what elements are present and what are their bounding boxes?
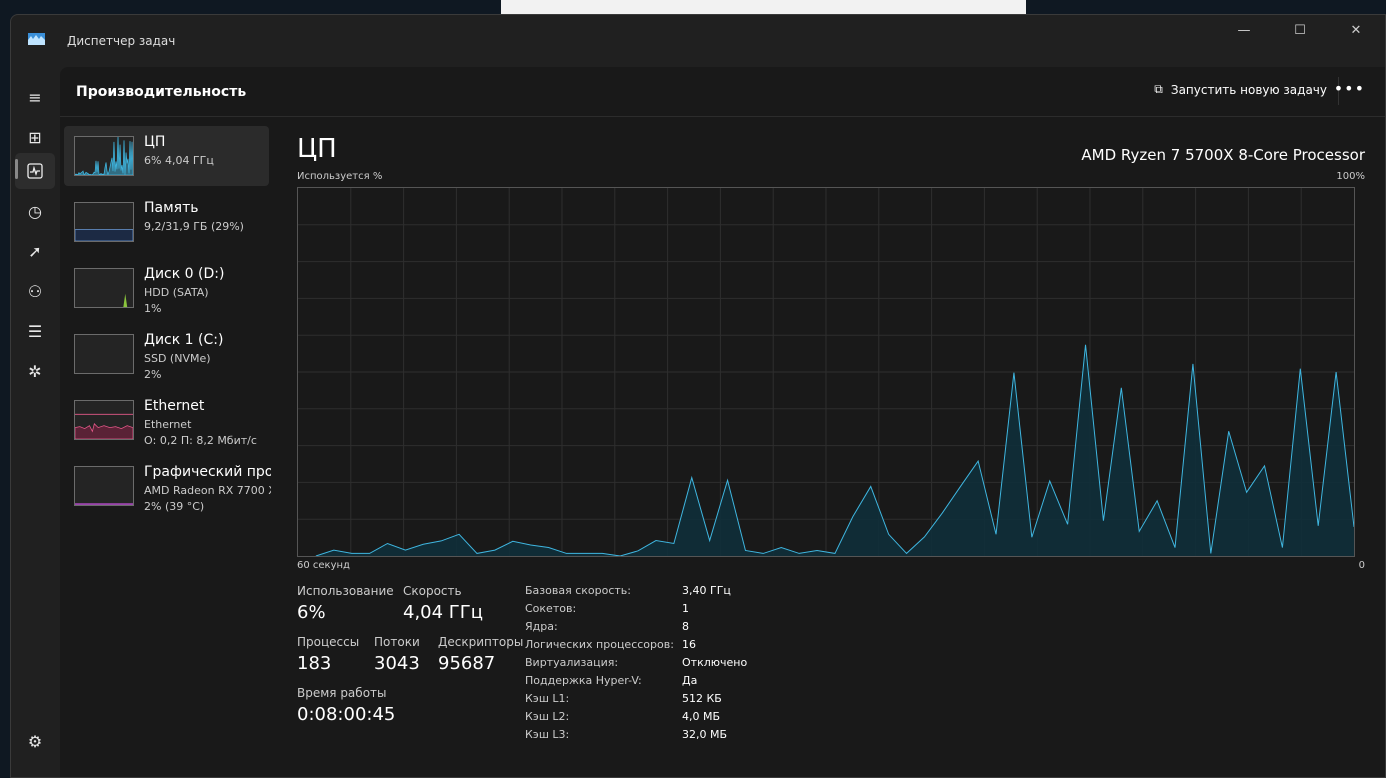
resource-list: ЦП 6% 4,04 ГГц Память 9,2/31,9 ГБ (29%) Диск… <box>64 126 271 522</box>
threads-label: Потоки <box>374 635 420 649</box>
resource-subtitle: Ethernet <box>144 418 192 431</box>
detail-value: Отключено <box>682 656 748 669</box>
detail-key: Кэш L3: <box>525 728 570 741</box>
detail-value: 3,40 ГГц <box>682 584 731 597</box>
resource-value: 1% <box>144 302 162 315</box>
resource-item[interactable]: Диск 0 (D:) HDD (SATA) 1% <box>64 258 269 324</box>
new-task-icon: ⧉ <box>1154 82 1163 96</box>
more-options-button[interactable]: ••• <box>1334 79 1365 98</box>
page-title: Производительность <box>76 84 247 100</box>
resource-name: Диск 0 (D:) <box>144 266 225 282</box>
detail-key: Базовая скорость: <box>525 584 631 597</box>
resource-name: Графический про <box>144 464 271 480</box>
resource-item[interactable]: Ethernet Ethernet О: 0,2 П: 8,2 Мбит/с <box>64 390 269 456</box>
nav-rail: ≡ ⊞ ◷ ➚ ⚇ ☰ ✲ ⚙ <box>11 67 59 777</box>
resource-thumbnail-graph <box>74 202 134 242</box>
settings-gear-icon[interactable]: ⚙ <box>15 723 55 759</box>
detail-key: Логических процессоров: <box>525 638 674 651</box>
window-title: Диспетчер задач <box>67 34 176 48</box>
detail-key: Кэш L1: <box>525 692 570 705</box>
maximize-button[interactable]: ☐ <box>1277 23 1323 43</box>
title-bar[interactable]: Диспетчер задач — ☐ ✕ <box>11 15 1385 67</box>
resource-item[interactable]: Диск 1 (C:) SSD (NVMe) 2% <box>64 324 269 390</box>
resource-name: Память <box>144 200 199 216</box>
x-axis-right-label: 0 <box>1358 560 1365 571</box>
background-window-strip <box>501 0 1026 14</box>
detail-value: Да <box>682 674 698 687</box>
task-manager-window: Диспетчер задач — ☐ ✕ ≡ ⊞ ◷ ➚ ⚇ ☰ ✲ ⚙ Пр… <box>10 14 1386 778</box>
resource-item[interactable]: Графический про AMD Radeon RX 7700 X 2% (3… <box>64 456 271 522</box>
threads-value: 3043 <box>374 653 420 674</box>
services-icon[interactable]: ✲ <box>15 353 55 389</box>
resource-name: ЦП <box>144 134 166 150</box>
detail-value: 512 КБ <box>682 692 722 705</box>
resource-subtitle: AMD Radeon RX 7700 X <box>144 484 271 497</box>
minimize-button[interactable]: — <box>1221 23 1267 43</box>
cpu-usage-area <box>315 344 1354 556</box>
cpu-usage-chart <box>297 187 1355 557</box>
detail-key: Сокетов: <box>525 602 577 615</box>
resource-value: 2% <box>144 368 162 381</box>
run-new-task-button[interactable]: ⧉ Запустить новую задачу <box>1154 82 1327 97</box>
performance-icon[interactable] <box>15 153 55 189</box>
resource-subtitle: 9,2/31,9 ГБ (29%) <box>144 220 244 233</box>
detail-key: Виртуализация: <box>525 656 619 669</box>
handles-value: 95687 <box>438 653 496 674</box>
resource-item[interactable]: Память 9,2/31,9 ГБ (29%) <box>64 192 269 258</box>
startup-apps-icon[interactable]: ➚ <box>15 233 55 269</box>
detail-key: Поддержка Hyper-V: <box>525 674 642 687</box>
close-button[interactable]: ✕ <box>1333 23 1379 43</box>
detail-key: Кэш L2: <box>525 710 570 723</box>
resource-thumbnail-graph <box>74 268 134 308</box>
page-header: Производительность ⧉ Запустить новую зад… <box>60 67 1385 117</box>
processes-label: Процессы <box>297 635 360 649</box>
speed-label: Скорость <box>403 584 462 598</box>
content-panel: Производительность ⧉ Запустить новую зад… <box>60 67 1385 777</box>
resource-subtitle: HDD (SATA) <box>144 286 209 299</box>
detail-value: 16 <box>682 638 696 651</box>
details-icon[interactable]: ☰ <box>15 313 55 349</box>
processes-value: 183 <box>297 653 332 674</box>
handles-label: Дескрипторы <box>438 635 524 649</box>
resource-subtitle: 6% 4,04 ГГц <box>144 154 214 167</box>
speed-value: 4,04 ГГц <box>403 602 484 623</box>
run-new-task-label: Запустить новую задачу <box>1170 82 1327 97</box>
resource-thumbnail-graph <box>74 334 134 374</box>
cpu-title: ЦП <box>297 134 337 164</box>
detail-value: 8 <box>682 620 689 633</box>
resource-name: Диск 1 (C:) <box>144 332 224 348</box>
app-history-icon[interactable]: ◷ <box>15 193 55 229</box>
active-indicator <box>15 159 18 179</box>
hamburger-menu-icon[interactable]: ≡ <box>15 79 55 115</box>
detail-value: 1 <box>682 602 689 615</box>
task-manager-app-icon <box>28 33 45 45</box>
cpu-model: AMD Ryzen 7 5700X 8-Core Processor <box>1081 146 1365 164</box>
resource-thumbnail-graph <box>74 466 134 506</box>
y-axis-label: Используется % <box>297 171 383 182</box>
y-axis-max-label: 100% <box>1336 171 1365 182</box>
resource-name: Ethernet <box>144 398 205 414</box>
resource-item[interactable]: ЦП 6% 4,04 ГГц <box>64 126 269 186</box>
usage-value: 6% <box>297 602 326 623</box>
detail-key: Ядра: <box>525 620 558 633</box>
uptime-value: 0:08:00:45 <box>297 704 396 725</box>
resource-thumbnail-graph <box>74 400 134 440</box>
resource-thumbnail-graph <box>74 136 134 176</box>
uptime-label: Время работы <box>297 686 387 700</box>
x-axis-left-label: 60 секунд <box>297 560 350 571</box>
usage-label: Использование <box>297 584 394 598</box>
detail-value: 4,0 МБ <box>682 710 721 723</box>
resource-subtitle: SSD (NVMe) <box>144 352 211 365</box>
resource-value: О: 0,2 П: 8,2 Мбит/с <box>144 434 257 447</box>
processes-icon[interactable]: ⊞ <box>15 119 55 155</box>
users-icon[interactable]: ⚇ <box>15 273 55 309</box>
resource-value: 2% (39 °C) <box>144 500 205 513</box>
detail-value: 32,0 МБ <box>682 728 728 741</box>
